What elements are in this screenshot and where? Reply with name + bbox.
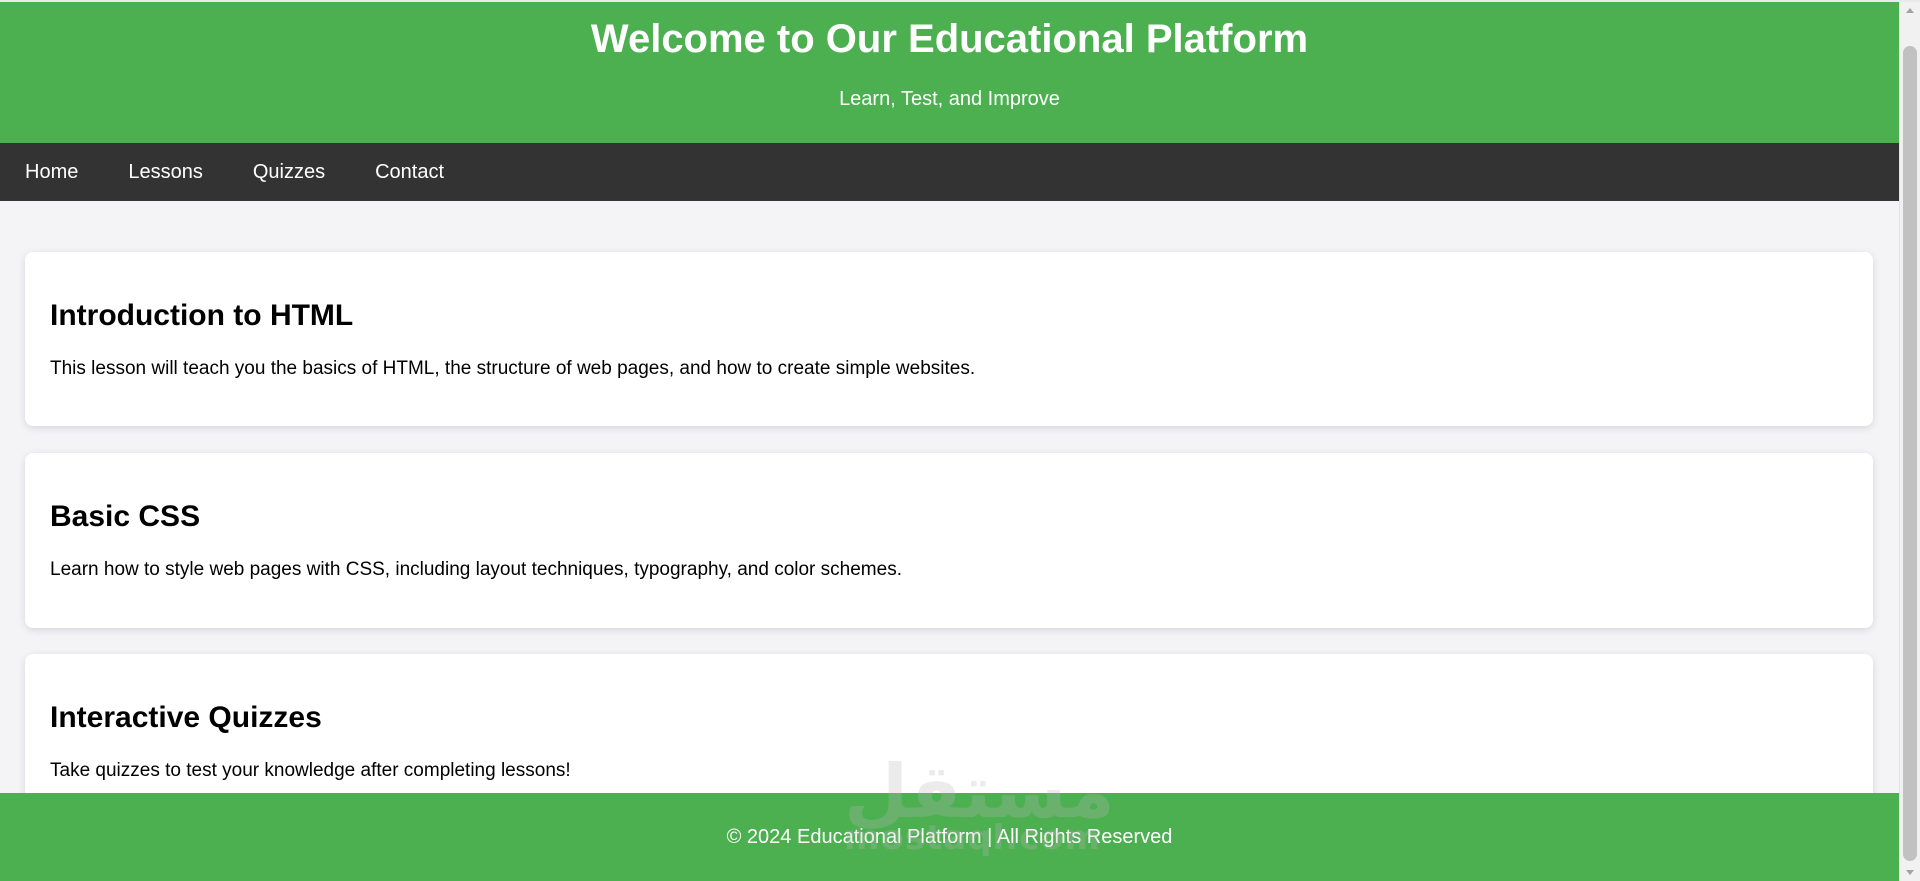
nav-item-contact[interactable]: Contact: [375, 143, 444, 201]
page-title: Welcome to Our Educational Platform: [590, 17, 1309, 61]
lesson-card-quizzes: Interactive Quizzes Take quizzes to test…: [25, 654, 1873, 814]
page-subtitle: Learn, Test, and Improve: [839, 88, 1060, 110]
site-footer: © 2024 Educational Platform | All Rights…: [0, 793, 1899, 881]
scroll-down-arrow-icon[interactable]: [1906, 870, 1914, 875]
page-viewport: Welcome to Our Educational Platform Lear…: [0, 0, 1899, 881]
lesson-card-css: Basic CSS Learn how to style web pages w…: [25, 453, 1873, 628]
footer-copyright: © 2024 Educational Platform | All Rights…: [726, 826, 1173, 848]
lesson-title: Introduction to HTML: [50, 299, 354, 332]
lesson-description: Learn how to style web pages with CSS, i…: [50, 559, 902, 580]
nav-item-quizzes[interactable]: Quizzes: [253, 143, 325, 201]
lesson-title: Interactive Quizzes: [50, 701, 322, 734]
lesson-card-html: Introduction to HTML This lesson will te…: [25, 252, 1873, 426]
scroll-up-arrow-icon[interactable]: [1906, 8, 1914, 13]
window-top-edge: [0, 0, 1920, 2]
lesson-description: This lesson will teach you the basics of…: [50, 358, 976, 379]
nav-item-lessons[interactable]: Lessons: [128, 143, 203, 201]
nav-item-home[interactable]: Home: [25, 143, 78, 201]
lesson-title: Basic CSS: [50, 500, 201, 533]
vertical-scrollbar[interactable]: [1899, 2, 1920, 881]
scrollbar-thumb[interactable]: [1903, 46, 1917, 861]
site-header: Welcome to Our Educational Platform Lear…: [0, 2, 1899, 143]
lesson-description: Take quizzes to test your knowledge afte…: [50, 760, 571, 781]
main-nav: Home Lessons Quizzes Contact: [0, 143, 1899, 201]
